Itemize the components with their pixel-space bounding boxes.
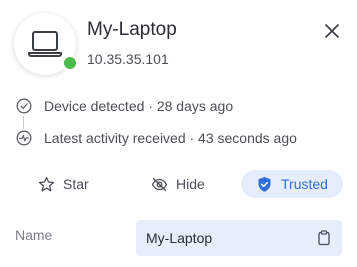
- hide-button[interactable]: Hide: [151, 170, 205, 198]
- star-icon: [38, 176, 55, 193]
- latest-activity-row: Latest activity received · 43 seconds ag…: [16, 128, 297, 148]
- hide-label: Hide: [176, 176, 205, 192]
- name-field-label: Name: [15, 227, 53, 243]
- name-field[interactable]: My-Laptop: [136, 220, 342, 256]
- laptop-icon: [27, 30, 63, 58]
- trusted-label: Trusted: [281, 176, 328, 192]
- device-detected-text: Device detected · 28 days ago: [44, 98, 234, 114]
- star-label: Star: [63, 176, 89, 192]
- device-detected-row: Device detected · 28 days ago: [16, 96, 233, 116]
- close-icon: [325, 24, 339, 38]
- latest-activity-text: Latest activity received · 43 seconds ag…: [44, 130, 297, 146]
- star-button[interactable]: Star: [38, 170, 89, 198]
- eye-off-icon: [151, 176, 168, 193]
- clipboard-icon[interactable]: [316, 230, 332, 246]
- device-ip: 10.35.35.101: [87, 51, 169, 67]
- check-circle-icon: [16, 98, 32, 114]
- name-field-value[interactable]: My-Laptop: [146, 230, 316, 246]
- device-name: My-Laptop: [87, 19, 177, 40]
- close-button[interactable]: [321, 20, 343, 42]
- activity-icon: [16, 130, 32, 146]
- online-status-dot: [62, 55, 78, 71]
- trusted-button[interactable]: Trusted: [241, 170, 343, 198]
- shield-check-icon: [256, 176, 273, 193]
